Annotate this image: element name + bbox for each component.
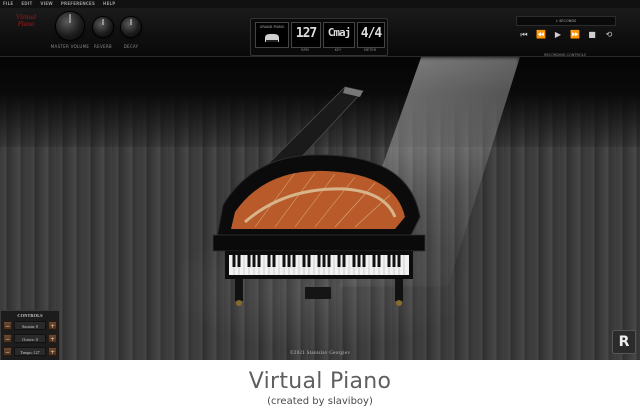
record-time-display: 1 SECONDS bbox=[516, 16, 616, 26]
black-key bbox=[247, 255, 251, 267]
black-key bbox=[392, 255, 396, 267]
caption-title: Virtual Piano bbox=[248, 369, 392, 394]
sustain-increase-button[interactable]: + bbox=[48, 321, 57, 330]
caption-subtitle: (created by slaviboy) bbox=[267, 396, 373, 407]
key-display[interactable]: Cmaj bbox=[323, 22, 355, 48]
logo-line-2: Piano bbox=[17, 20, 35, 28]
fast-forward-button[interactable]: ⏩ bbox=[569, 29, 581, 41]
black-key bbox=[362, 255, 366, 267]
black-key bbox=[322, 255, 326, 267]
reverb-label: REVERB bbox=[94, 44, 112, 49]
black-key bbox=[302, 255, 306, 267]
octave-row: − Octave: 0 + bbox=[3, 334, 57, 343]
menu-preferences[interactable]: PREFERENCES bbox=[61, 0, 95, 8]
lcd-display: GRAND PIANO 127 BPM Cmaj KEY 4/4 METER bbox=[250, 18, 388, 56]
reverb-knob[interactable] bbox=[93, 17, 113, 37]
play-button[interactable]: ▶ bbox=[552, 29, 564, 41]
black-key bbox=[292, 255, 296, 267]
black-key bbox=[337, 255, 341, 267]
black-key bbox=[397, 255, 401, 267]
black-key bbox=[232, 255, 236, 267]
black-key bbox=[317, 255, 321, 267]
top-toolbar: Virtual Piano MASTER VOLUME REVERB DECAY… bbox=[0, 8, 640, 57]
black-key bbox=[282, 255, 286, 267]
black-key bbox=[272, 255, 276, 267]
octave-increase-button[interactable]: + bbox=[48, 334, 57, 343]
bpm-value: 127 bbox=[295, 26, 317, 41]
meter-value: 4/4 bbox=[360, 26, 382, 41]
decay-knob[interactable] bbox=[121, 17, 141, 37]
skip-start-button[interactable]: ⏮ bbox=[518, 29, 530, 41]
key-label: KEY bbox=[334, 48, 342, 52]
instrument-selector[interactable]: GRAND PIANO bbox=[255, 22, 289, 48]
tempo-value: Tempo: 127 bbox=[14, 347, 46, 356]
bpm-display[interactable]: 127 bbox=[291, 22, 321, 48]
menu-view[interactable]: VIEW bbox=[40, 0, 53, 8]
octave-decrease-button[interactable]: − bbox=[3, 334, 12, 343]
rewind-button[interactable]: ⏪ bbox=[535, 29, 547, 41]
black-key bbox=[377, 255, 381, 267]
app-window: FILE EDIT VIEW PREFERENCES HELP Virtual … bbox=[0, 0, 640, 360]
recording-controls: 1 SECONDS ⏮ ⏪ ▶ ⏩ ■ ⟲ RECORDING CONTROLS bbox=[490, 16, 640, 58]
bpm-label: BPM bbox=[301, 48, 309, 52]
sustain-decrease-button[interactable]: − bbox=[3, 321, 12, 330]
tempo-decrease-button[interactable]: − bbox=[3, 347, 12, 356]
decay-label: DECAY bbox=[123, 44, 139, 49]
black-key bbox=[252, 255, 256, 267]
master-volume-knob[interactable] bbox=[56, 12, 84, 40]
corner-logo-icon[interactable]: R bbox=[612, 330, 636, 354]
piano-stage: ©2021 Stanislav Georgiev bbox=[0, 57, 640, 360]
controls-panel: CONTROLS − Sustain: 0 + − Octave: 0 + − … bbox=[0, 310, 60, 360]
menu-bar: FILE EDIT VIEW PREFERENCES HELP bbox=[0, 0, 640, 8]
black-key bbox=[257, 255, 261, 267]
black-key bbox=[357, 255, 361, 267]
meter-label: METER bbox=[363, 48, 376, 52]
grand-piano-image bbox=[212, 86, 426, 306]
menu-help[interactable]: HELP bbox=[103, 0, 115, 8]
black-key bbox=[237, 255, 241, 267]
black-key bbox=[342, 255, 346, 267]
black-key bbox=[387, 255, 391, 267]
black-key bbox=[267, 255, 271, 267]
meter-display[interactable]: 4/4 bbox=[357, 22, 385, 48]
menu-file[interactable]: FILE bbox=[3, 0, 13, 8]
master-volume-label: MASTER VOLUME bbox=[50, 44, 90, 49]
black-key bbox=[352, 255, 356, 267]
loop-button[interactable]: ⟲ bbox=[603, 29, 615, 41]
sustain-value: Sustain: 0 bbox=[14, 321, 46, 330]
controls-title: CONTROLS bbox=[17, 313, 43, 318]
copyright-text: ©2021 Stanislav Georgiev bbox=[289, 351, 351, 356]
black-key bbox=[287, 255, 291, 267]
tempo-row: − Tempo: 127 + bbox=[3, 347, 57, 356]
black-key bbox=[327, 255, 331, 267]
menu-edit[interactable]: EDIT bbox=[21, 0, 32, 8]
black-key bbox=[372, 255, 376, 267]
tempo-increase-button[interactable]: + bbox=[48, 347, 57, 356]
stop-button[interactable]: ■ bbox=[586, 29, 598, 41]
grand-piano-icon bbox=[265, 34, 279, 42]
app-logo: Virtual Piano bbox=[6, 14, 46, 34]
sustain-row: − Sustain: 0 + bbox=[3, 321, 57, 330]
key-value: Cmaj bbox=[327, 26, 352, 39]
instrument-name: GRAND PIANO bbox=[259, 25, 285, 29]
octave-value: Octave: 0 bbox=[14, 334, 46, 343]
black-key bbox=[307, 255, 311, 267]
